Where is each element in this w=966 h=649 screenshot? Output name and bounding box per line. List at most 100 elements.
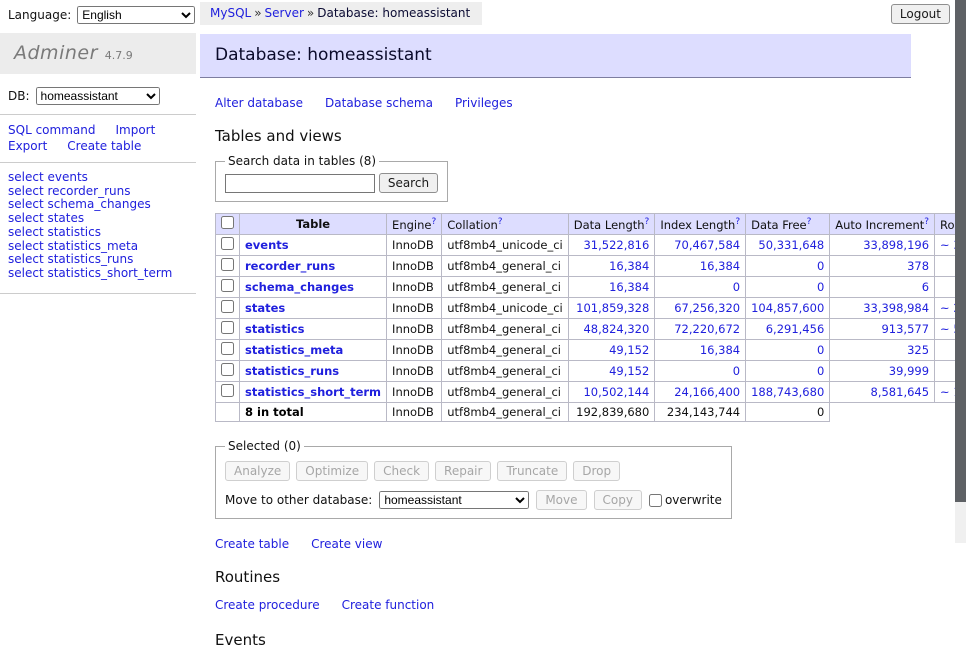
help-link[interactable]: ? <box>735 217 740 227</box>
sidebar-select-link[interactable]: select statistics_short_term <box>8 267 196 280</box>
table-name-link[interactable]: states <box>245 301 285 315</box>
copy-button[interactable]: Copy <box>594 490 642 510</box>
table-name-link[interactable]: recorder_runs <box>245 259 335 273</box>
auto-increment-link[interactable]: 913,577 <box>881 322 929 336</box>
index-length-link[interactable]: 0 <box>733 280 740 294</box>
index-length-link[interactable]: 24,166,400 <box>674 385 740 399</box>
sidebar-action-link[interactable]: SQL command <box>8 123 95 137</box>
select-all-checkbox[interactable] <box>221 216 234 229</box>
data-free-link[interactable]: 0 <box>817 343 824 357</box>
index-length-link[interactable]: 0 <box>733 364 740 378</box>
row-checkbox[interactable] <box>221 384 234 397</box>
language-select[interactable]: English <box>77 6 195 24</box>
analyze-button[interactable]: Analyze <box>225 461 290 481</box>
table-name-link[interactable]: statistics_short_term <box>245 385 381 399</box>
breadcrumb-server-link[interactable]: Server <box>265 6 304 20</box>
search-input[interactable] <box>225 174 375 193</box>
table-name-link[interactable]: events <box>245 238 289 252</box>
data-length-link[interactable]: 48,824,320 <box>583 322 649 336</box>
help-link[interactable]: ? <box>807 217 812 227</box>
repair-button[interactable]: Repair <box>435 461 491 481</box>
move-button[interactable]: Move <box>536 490 586 510</box>
table-footer-link[interactable]: Create view <box>311 537 382 551</box>
row-checkbox[interactable] <box>221 279 234 292</box>
index-length-link[interactable]: 67,256,320 <box>674 301 740 315</box>
drop-button[interactable]: Drop <box>573 461 620 481</box>
data-length-link[interactable]: 101,859,328 <box>576 301 649 315</box>
row-checkbox[interactable] <box>221 258 234 271</box>
scrollbar-thumb[interactable] <box>955 0 966 502</box>
data-free-link[interactable]: 0 <box>817 280 824 294</box>
help-link[interactable]: ? <box>645 217 650 227</box>
help-link[interactable]: ? <box>924 217 929 227</box>
index-length-link[interactable]: 16,384 <box>700 259 740 273</box>
table-footer-link[interactable]: Create table <box>215 537 289 551</box>
data-free-link[interactable]: 104,857,600 <box>751 301 824 315</box>
db-action-link[interactable]: Alter database <box>215 96 303 110</box>
auto-increment-link[interactable]: 8,581,645 <box>871 385 930 399</box>
row-checkbox[interactable] <box>221 300 234 313</box>
data-length-link[interactable]: 10,502,144 <box>583 385 649 399</box>
help-link[interactable]: ? <box>431 217 436 227</box>
data-free-link[interactable]: 50,331,648 <box>758 238 824 252</box>
sidebar-select-link[interactable]: select statistics_meta <box>8 240 196 253</box>
db-action-link[interactable]: Database schema <box>325 96 433 110</box>
data-length-link[interactable]: 16,384 <box>609 259 649 273</box>
index-length-link[interactable]: 70,467,584 <box>674 238 740 252</box>
data-length-link[interactable]: 49,152 <box>609 364 649 378</box>
collation-cell: utf8mb4_general_ci <box>442 340 569 361</box>
sidebar-select-link[interactable]: select statistics <box>8 226 196 239</box>
data-length-link[interactable]: 49,152 <box>609 343 649 357</box>
overwrite-checkbox[interactable] <box>649 494 662 507</box>
data-free-link[interactable]: 188,743,680 <box>751 385 824 399</box>
routines-links: Create procedure Create function <box>215 598 911 612</box>
data-length-link[interactable]: 31,522,816 <box>583 238 649 252</box>
overwrite-label: overwrite <box>665 493 722 507</box>
data-length-link[interactable]: 16,384 <box>609 280 649 294</box>
row-checkbox[interactable] <box>221 237 234 250</box>
sidebar-select-link[interactable]: select statistics_runs <box>8 253 196 266</box>
db-select[interactable]: homeassistant <box>36 87 160 105</box>
sidebar-select-link[interactable]: select events <box>8 171 196 184</box>
row-checkbox[interactable] <box>221 363 234 376</box>
sidebar-action-link[interactable]: Create table <box>67 139 141 153</box>
db-action-link[interactable]: Privileges <box>455 96 513 110</box>
table-name-link[interactable]: statistics_runs <box>245 364 339 378</box>
sidebar-action-link[interactable]: Import <box>115 123 155 137</box>
auto-increment-link[interactable]: 33,898,196 <box>863 238 929 252</box>
help-link[interactable]: ? <box>498 217 503 227</box>
data-free-link[interactable]: 0 <box>817 259 824 273</box>
check-button[interactable]: Check <box>374 461 429 481</box>
logout-button[interactable]: Logout <box>891 4 950 24</box>
breadcrumb: MySQL»Server»Database: homeassistant <box>200 2 482 25</box>
routine-link[interactable]: Create procedure <box>215 598 320 612</box>
column-header-data-free: Data Free? <box>746 214 830 235</box>
vertical-scrollbar[interactable] <box>955 0 966 543</box>
column-header-auto-increment: Auto Increment? <box>830 214 935 235</box>
table-name-link[interactable]: statistics <box>245 322 305 336</box>
selected-legend: Selected (0) <box>225 439 304 453</box>
data-free-link[interactable]: 6,291,456 <box>766 322 825 336</box>
breadcrumb-mysql-link[interactable]: MySQL <box>210 6 251 20</box>
auto-increment-link[interactable]: 6 <box>922 280 929 294</box>
sidebar-select-link[interactable]: select states <box>8 212 196 225</box>
table-name-link[interactable]: statistics_meta <box>245 343 343 357</box>
sidebar-select-link[interactable]: select schema_changes <box>8 198 196 211</box>
search-button[interactable]: Search <box>379 173 438 193</box>
auto-increment-link[interactable]: 325 <box>907 343 929 357</box>
index-length-link[interactable]: 72,220,672 <box>674 322 740 336</box>
move-db-select[interactable]: homeassistant <box>379 491 529 509</box>
truncate-button[interactable]: Truncate <box>497 461 567 481</box>
sidebar-select-link[interactable]: select recorder_runs <box>8 185 196 198</box>
row-checkbox[interactable] <box>221 342 234 355</box>
row-checkbox[interactable] <box>221 321 234 334</box>
optimize-button[interactable]: Optimize <box>296 461 368 481</box>
auto-increment-link[interactable]: 39,999 <box>889 364 929 378</box>
auto-increment-link[interactable]: 378 <box>907 259 929 273</box>
sidebar-action-link[interactable]: Export <box>8 139 47 153</box>
data-free-link[interactable]: 0 <box>817 364 824 378</box>
index-length-link[interactable]: 16,384 <box>700 343 740 357</box>
table-name-link[interactable]: schema_changes <box>245 280 354 294</box>
auto-increment-link[interactable]: 33,398,984 <box>863 301 929 315</box>
routine-link[interactable]: Create function <box>342 598 435 612</box>
